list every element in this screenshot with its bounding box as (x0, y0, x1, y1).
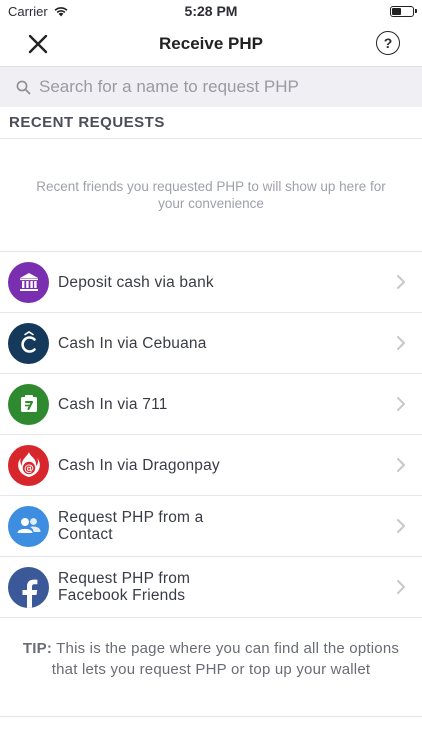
help-button[interactable]: ? (376, 31, 400, 55)
tip-text: TIP: This is the page where you can find… (0, 618, 422, 680)
facebook-icon (8, 566, 49, 608)
option-label: Request PHP from Facebook Friends (58, 570, 191, 604)
status-bar: Carrier 5:28 PM (0, 0, 422, 22)
option-711[interactable]: Cash In via 711 (0, 374, 422, 435)
help-icon: ? (383, 35, 393, 51)
store-icon (8, 383, 49, 425)
bank-icon (8, 261, 49, 303)
chevron-right-icon (397, 336, 405, 350)
option-cebuana[interactable]: Cash In via Cebuana (0, 313, 422, 374)
carrier-label: Carrier (8, 3, 48, 19)
option-deposit-bank[interactable]: Deposit cash via bank (0, 252, 422, 313)
svg-text:@: @ (24, 464, 34, 475)
chevron-right-icon (397, 397, 405, 411)
chevron-right-icon (397, 519, 405, 533)
option-label: Request PHP from a Contact (58, 509, 204, 543)
tip-body: This is the page where you can find all … (51, 640, 400, 678)
dragonpay-icon: @ (8, 444, 49, 486)
recent-requests-heading: RECENT REQUESTS (0, 107, 422, 139)
chevron-right-icon (397, 275, 405, 289)
chevron-right-icon (397, 458, 405, 472)
search-icon (16, 80, 31, 94)
nav-bar: Receive PHP ? (0, 22, 422, 66)
recent-requests-empty-message: Recent friends you requested PHP to will… (0, 139, 422, 252)
cebuana-icon (8, 322, 49, 364)
contacts-icon (8, 505, 49, 547)
option-label: Cash In via Dragonpay (58, 456, 220, 474)
option-label: Cash In via 711 (58, 395, 168, 413)
option-label: Deposit cash via bank (58, 273, 214, 291)
close-icon[interactable] (26, 32, 50, 56)
receive-options-list: Deposit cash via bank Cash In via Cebuan… (0, 252, 422, 618)
battery-icon (390, 5, 417, 17)
search-input[interactable] (39, 77, 379, 97)
search-bar (0, 66, 422, 107)
divider (0, 716, 422, 717)
option-label: Cash In via Cebuana (58, 334, 207, 352)
chevron-right-icon (397, 580, 405, 594)
page-title: Receive PHP (159, 34, 263, 53)
option-request-facebook[interactable]: Request PHP from Facebook Friends (0, 557, 422, 618)
option-request-contact[interactable]: Request PHP from a Contact (0, 496, 422, 557)
option-dragonpay[interactable]: @ Cash In via Dragonpay (0, 435, 422, 496)
tip-label: TIP: (22, 640, 53, 657)
wifi-icon (54, 7, 68, 17)
